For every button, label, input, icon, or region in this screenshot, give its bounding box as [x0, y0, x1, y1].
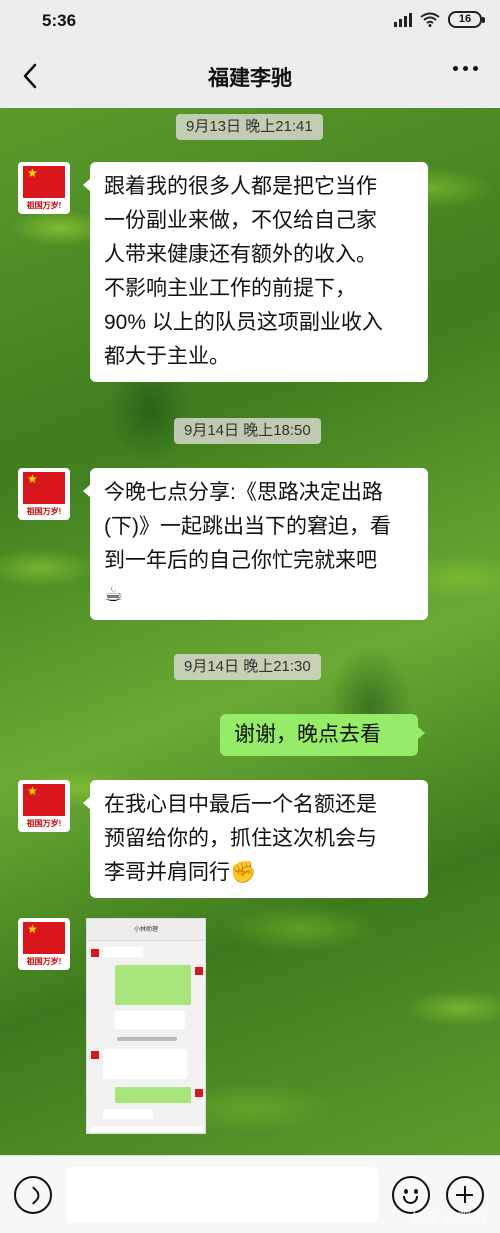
flag-icon	[23, 472, 65, 504]
status-icons: 16	[394, 11, 485, 28]
contact-avatar[interactable]: 祖国万岁!	[18, 780, 70, 832]
input-bar: 知乎 @孤雨	[0, 1155, 500, 1233]
flag-icon	[23, 166, 65, 198]
screenshot-title: 小林助理	[87, 919, 205, 941]
received-message[interactable]: 跟着我的很多人都是把它当作 一份副业来做，不仅给自己家 人带来健康还有额外的收入…	[83, 162, 428, 382]
chat-title: 福建李驰	[208, 67, 292, 90]
battery-icon: 16	[448, 11, 485, 28]
signal-icon	[394, 12, 412, 27]
nav-bar: 福建李驰	[0, 44, 500, 108]
received-message[interactable]: 今晚七点分享:《思路决定出路 (下)》一起跳出当下的窘迫，看 到一年后的自己你忙…	[83, 468, 428, 620]
timestamp: 9月14日 晚上21:30	[174, 654, 321, 680]
flag-icon	[23, 922, 65, 954]
more-options-button[interactable]	[453, 66, 478, 71]
more-dots-icon	[453, 66, 458, 71]
chat-area[interactable]: 9月13日 晚上21:41 祖国万岁! 跟着我的很多人都是把它当作 一份副业来做…	[0, 108, 500, 1155]
timestamp: 9月14日 晚上18:50	[174, 418, 321, 444]
status-time: 5:36	[42, 11, 77, 30]
watermark: 知乎 @孤雨	[411, 1210, 486, 1226]
contact-avatar[interactable]: 祖国万岁!	[18, 918, 70, 970]
coffee-emoji: ☕	[104, 583, 123, 606]
status-bar: 5:36 16	[0, 0, 500, 44]
contact-avatar[interactable]: 祖国万岁!	[18, 162, 70, 214]
contact-avatar[interactable]: 祖国万岁!	[18, 468, 70, 520]
wifi-icon	[420, 12, 440, 27]
screenshot-image-message[interactable]: 小林助理	[86, 918, 206, 1134]
sent-message[interactable]: 谢谢，晚点去看	[220, 714, 425, 756]
flag-icon	[23, 784, 65, 816]
received-message[interactable]: 在我心目中最后一个名额还是 预留给你的，抓住这次机会与 李哥并肩同行✊	[83, 780, 428, 898]
voice-icon[interactable]	[14, 1176, 52, 1214]
timestamp: 9月13日 晚上21:41	[176, 114, 323, 140]
message-input[interactable]	[66, 1167, 378, 1223]
